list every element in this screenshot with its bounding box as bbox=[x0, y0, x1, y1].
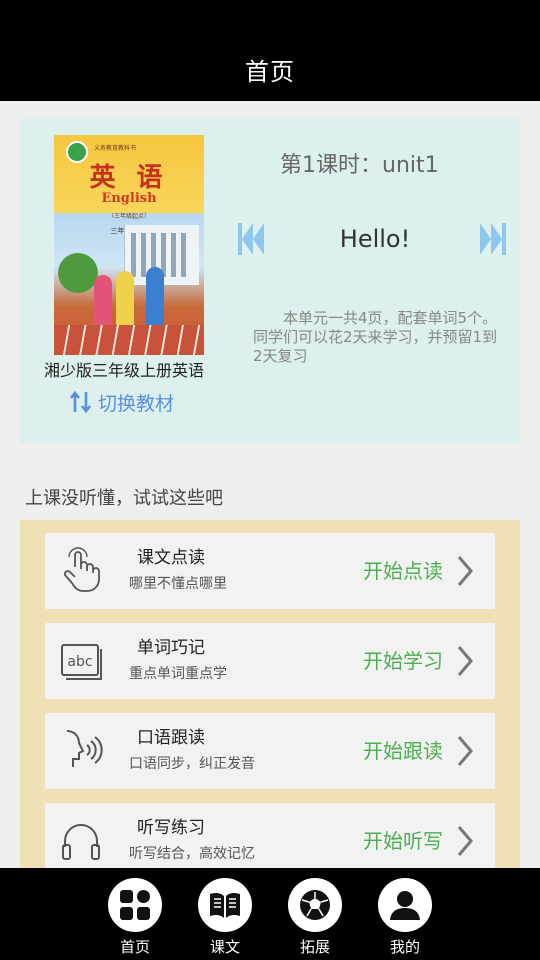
nav-profile-badge bbox=[378, 878, 432, 932]
chevron-right-icon bbox=[457, 556, 473, 586]
feature-subtitle: 听写结合，高效记忆 bbox=[129, 846, 255, 862]
feature-subtitle: 哪里不懂点哪里 bbox=[129, 576, 227, 592]
book-open-icon bbox=[210, 892, 240, 918]
cover-title-en: English bbox=[101, 191, 157, 206]
cover-subtitle: （三年级起点） bbox=[107, 213, 150, 220]
lesson-title: 第1课时：unit1 bbox=[280, 153, 439, 178]
headphones-icon bbox=[62, 824, 100, 860]
nav-extension-label: 拓展 bbox=[299, 938, 330, 956]
start-speaking-action[interactable]: 开始跟读 bbox=[363, 735, 443, 764]
abc-card-icon: abc bbox=[61, 644, 102, 680]
feature-card-speaking[interactable]: 口语跟读 口语同步，纠正发音 开始跟读 bbox=[45, 713, 495, 789]
feature-subtitle: 重点单词重点学 bbox=[129, 666, 227, 682]
nav-profile-label: 我的 bbox=[389, 938, 420, 956]
feature-card-dictation[interactable]: 听写练习 听写结合，高效记忆 开始听写 bbox=[45, 803, 495, 868]
nav-lessons-badge bbox=[198, 878, 252, 932]
feature-title: 课文点读 bbox=[137, 548, 205, 568]
feature-card-reading[interactable]: 课文点读 哪里不懂点哪里 开始点读 bbox=[45, 533, 495, 609]
lesson-description: 本单元一共4页，配套单词5个。同学们可以花2天来学习，并预留1到2天复习 bbox=[253, 309, 498, 365]
switch-textbook-label: 切换教材 bbox=[98, 392, 175, 415]
feature-title: 单词巧记 bbox=[137, 638, 205, 658]
cover-title-cn: 英 语 bbox=[89, 163, 169, 193]
home-grid-icon bbox=[120, 890, 150, 920]
swap-arrows-icon bbox=[70, 390, 92, 414]
cover-tree-illustration bbox=[58, 253, 98, 293]
cover-series-text: 义务教育教科书 bbox=[94, 145, 137, 152]
cover-child-illustration bbox=[94, 275, 112, 325]
feature-title: 口语跟读 bbox=[137, 728, 205, 748]
start-dictation-action[interactable]: 开始听写 bbox=[363, 825, 443, 854]
feature-subtitle: 口语同步，纠正发音 bbox=[129, 756, 255, 772]
cover-track-illustration bbox=[54, 325, 204, 355]
switch-textbook-button[interactable]: 切换教材 bbox=[70, 389, 174, 415]
page-title: 首页 bbox=[245, 58, 295, 86]
svg-text:abc: abc bbox=[67, 654, 92, 670]
bottom-navigation: 首页 课文 拓展 我的 bbox=[0, 868, 540, 960]
hand-pointer-icon bbox=[63, 547, 100, 592]
skip-previous-icon bbox=[238, 223, 264, 255]
feature-card-vocabulary[interactable]: abc 单词巧记 重点单词重点学 开始学习 bbox=[45, 623, 495, 699]
start-reading-action[interactable]: 开始点读 bbox=[363, 555, 443, 584]
nav-extension[interactable]: 拓展 bbox=[286, 876, 346, 960]
feature-title: 听写练习 bbox=[137, 818, 205, 838]
nav-home[interactable]: 首页 bbox=[106, 876, 166, 960]
textbook-panel: 义务教育教科书 英 语 English （三年级起点） 三年级 上册 湘少版三年… bbox=[20, 119, 520, 443]
skip-next-icon bbox=[480, 223, 506, 255]
top-app-bar: 首页 bbox=[0, 0, 540, 101]
nav-lessons[interactable]: 课文 bbox=[196, 876, 256, 960]
speaking-head-icon bbox=[66, 730, 103, 767]
nav-extension-badge bbox=[288, 878, 342, 932]
previous-lesson-button[interactable] bbox=[236, 219, 266, 259]
start-learning-action[interactable]: 开始学习 bbox=[363, 645, 443, 674]
cover-child-illustration bbox=[116, 271, 134, 326]
nav-home-badge bbox=[108, 878, 162, 932]
feature-list: 课文点读 哪里不懂点哪里 开始点读 abc 单词巧记 重点单词重点学 开始学习 … bbox=[20, 520, 520, 868]
textbook-name: 湘少版三年级上册英语 bbox=[44, 361, 205, 380]
user-icon bbox=[390, 891, 420, 920]
chevron-right-icon bbox=[457, 646, 473, 676]
chevron-right-icon bbox=[457, 826, 473, 856]
lesson-greeting: Hello! bbox=[339, 225, 411, 253]
soccer-ball-icon bbox=[300, 890, 330, 920]
next-lesson-button[interactable] bbox=[478, 219, 508, 259]
textbook-cover-image[interactable]: 义务教育教科书 英 语 English （三年级起点） 三年级 上册 bbox=[54, 135, 204, 355]
chevron-right-icon bbox=[457, 736, 473, 766]
cover-child-illustration bbox=[146, 267, 164, 327]
nav-profile[interactable]: 我的 bbox=[376, 876, 436, 960]
nav-home-label: 首页 bbox=[119, 938, 150, 956]
nav-lessons-label: 课文 bbox=[209, 938, 240, 956]
section-heading: 上课没听懂，试试这些吧 bbox=[25, 488, 223, 509]
